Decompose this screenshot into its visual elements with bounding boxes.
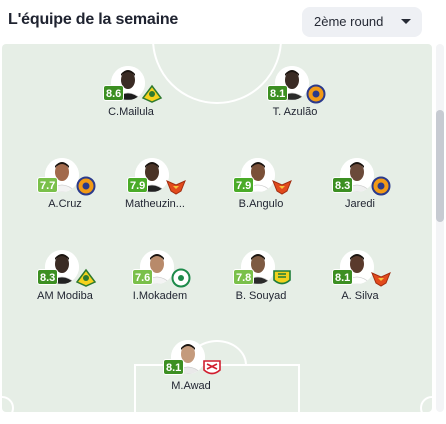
player-card[interactable]: 7.8 B. Souyad — [221, 250, 301, 328]
player-name: A. Silva — [341, 290, 379, 302]
zamalek-badge-icon — [201, 358, 223, 378]
orange-blue-badge-icon — [370, 176, 392, 196]
player-name: A.Cruz — [48, 198, 82, 210]
player-name: I.Mokadem — [132, 290, 188, 302]
player-rating-badge: 7.8 — [233, 269, 255, 285]
player-rating-badge: 8.1 — [163, 359, 185, 375]
red-eagle-badge-icon — [165, 176, 187, 196]
player-rating-badge: 7.6 — [132, 269, 154, 285]
corner-arc-right — [420, 396, 432, 412]
player-card[interactable]: 7.6 I.Mokadem — [120, 250, 200, 328]
player-rating-badge: 7.9 — [233, 177, 255, 193]
footer-space — [0, 414, 446, 424]
player-name: Jaredi — [345, 198, 375, 210]
player-name: C.Mailula — [108, 106, 154, 118]
player-rating-badge: 7.9 — [127, 177, 149, 193]
player-card[interactable]: 8.1 T. Azulão — [255, 66, 335, 144]
player-card[interactable]: 7.9 Matheuzin... — [115, 158, 195, 236]
player-card[interactable]: 8.1 M.Awad — [151, 340, 231, 418]
chevron-down-icon — [401, 19, 411, 24]
player-card[interactable]: 8.1 A. Silva — [320, 250, 400, 328]
player-name: T. Azulão — [272, 106, 318, 118]
player-rating-badge: 8.1 — [332, 269, 354, 285]
yellow-green-badge-icon — [271, 268, 293, 288]
orange-blue-badge-icon — [75, 176, 97, 196]
player-name: M.Awad — [171, 380, 211, 392]
player-name: Matheuzin... — [125, 198, 185, 210]
player-card[interactable]: 8.3 AM Modiba — [25, 250, 105, 328]
scrollbar-track[interactable] — [436, 44, 444, 412]
scrollbar-thumb[interactable] — [436, 110, 444, 222]
player-rating-badge: 8.6 — [103, 85, 125, 101]
corner-arc-left — [2, 396, 14, 412]
player-rating-badge: 8.1 — [267, 85, 289, 101]
green-white-badge-icon — [170, 268, 192, 288]
red-eagle-badge-icon — [370, 268, 392, 288]
round-select-value: 2ème round — [314, 14, 384, 29]
player-card[interactable]: 8.6 C.Mailula — [91, 66, 171, 144]
orange-blue-badge-icon — [305, 84, 327, 104]
player-card[interactable]: 8.3 Jaredi — [320, 158, 400, 236]
sundowns-badge-icon — [141, 84, 163, 104]
player-rating-badge: 8.3 — [37, 269, 59, 285]
round-select[interactable]: 2ème round — [302, 7, 422, 37]
player-card[interactable]: 7.9 B.Angulo — [221, 158, 301, 236]
header: L'équipe de la semaine 2ème round — [0, 0, 446, 44]
sundowns-badge-icon — [75, 268, 97, 288]
red-eagle-badge-icon — [271, 176, 293, 196]
player-rating-badge: 7.7 — [37, 177, 59, 193]
page-title: L'équipe de la semaine — [8, 11, 179, 28]
player-name: B.Angulo — [238, 198, 284, 210]
player-name: AM Modiba — [37, 290, 93, 302]
player-name: B. Souyad — [235, 290, 287, 302]
player-rating-badge: 8.3 — [332, 177, 354, 193]
player-card[interactable]: 7.7 A.Cruz — [25, 158, 105, 236]
